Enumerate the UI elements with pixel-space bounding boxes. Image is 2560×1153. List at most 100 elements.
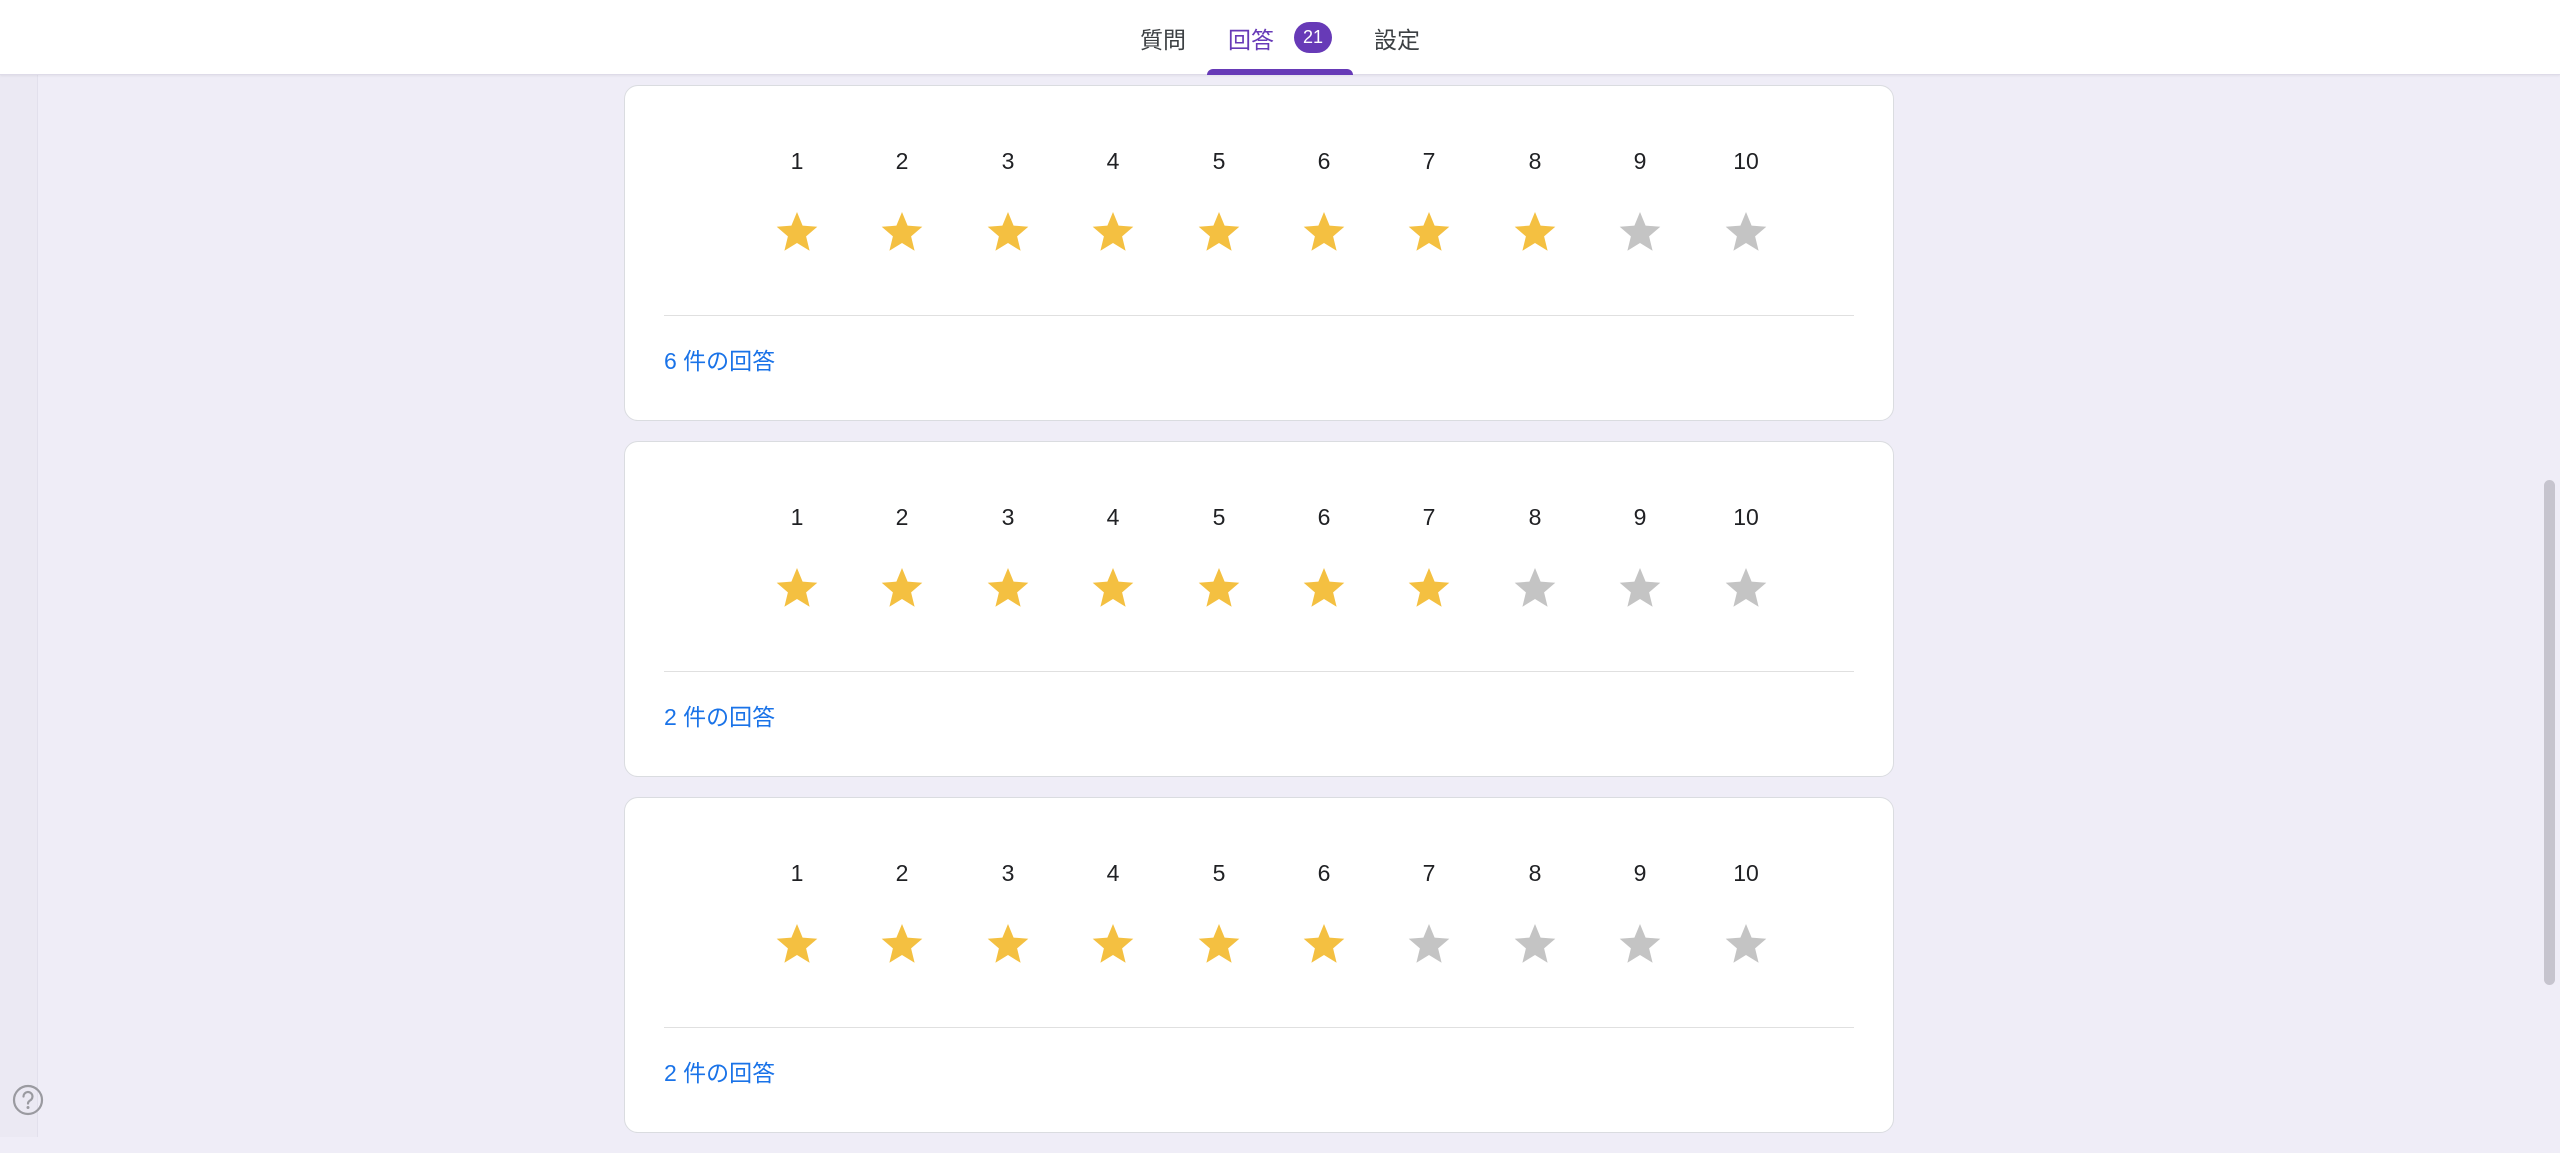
rating-scale-number: 7 — [1422, 148, 1436, 174]
rating-scale-number: 9 — [1633, 504, 1647, 530]
response-count-link[interactable]: 2 件の回答 — [664, 702, 775, 732]
response-count-link[interactable]: 6 件の回答 — [664, 346, 775, 376]
tab-settings-label: 設定 — [1374, 26, 1420, 53]
rating-scale-number: 8 — [1528, 860, 1542, 886]
star-filled-icon — [1198, 924, 1240, 963]
star-filled-icon — [1198, 212, 1240, 251]
star-filled-icon — [987, 212, 1029, 251]
rating-scale-number: 1 — [790, 148, 804, 174]
star-empty-icon — [1514, 568, 1556, 607]
rating-scale-number: 6 — [1317, 860, 1331, 886]
star-filled-icon — [881, 924, 923, 963]
rating-scale-number: 9 — [1633, 860, 1647, 886]
card-divider — [664, 1027, 1854, 1028]
rating-option: 5 — [1179, 86, 1259, 316]
rating-option: 8 — [1495, 86, 1575, 316]
response-cards-list: 1 2 3 4 5 6 7 8 9 10 6 件の回答 1 2 3 4 5 6 7 8 9 10 2 件の回答 1 2 3 4 5 6… — [624, 85, 1894, 1153]
star-filled-icon — [776, 212, 818, 251]
star-empty-icon — [1725, 924, 1767, 963]
star-filled-icon — [987, 924, 1029, 963]
rating-option: 6 — [1284, 798, 1364, 1028]
rating-option: 9 — [1600, 442, 1680, 672]
star-filled-icon — [1514, 212, 1556, 251]
rating-option: 2 — [862, 798, 942, 1028]
rating-scale-number: 2 — [895, 504, 909, 530]
rating-scale-number: 5 — [1212, 860, 1226, 886]
star-empty-icon — [1619, 924, 1661, 963]
rating-option: 7 — [1389, 86, 1469, 316]
rating-option: 6 — [1284, 86, 1364, 316]
star-empty-icon — [1408, 924, 1450, 963]
left-side-strip — [0, 0, 38, 1137]
rating-response-card: 1 2 3 4 5 6 7 8 9 10 2 件の回答 — [624, 797, 1894, 1133]
tab-responses[interactable]: 回答 21 — [1207, 0, 1353, 75]
response-count-link[interactable]: 2 件の回答 — [664, 1058, 775, 1088]
star-filled-icon — [987, 568, 1029, 607]
rating-option: 7 — [1389, 442, 1469, 672]
rating-scale: 1 2 3 4 5 6 7 8 9 10 — [757, 798, 1767, 1028]
star-filled-icon — [1303, 212, 1345, 251]
star-empty-icon — [1619, 212, 1661, 251]
rating-option: 5 — [1179, 798, 1259, 1028]
rating-scale-number: 6 — [1317, 148, 1331, 174]
tab-settings[interactable]: 設定 — [1353, 0, 1441, 75]
rating-option: 4 — [1073, 798, 1153, 1028]
rating-scale-number: 2 — [895, 148, 909, 174]
star-filled-icon — [881, 212, 923, 251]
rating-option: 6 — [1284, 442, 1364, 672]
tab-questions[interactable]: 質問 — [1119, 0, 1207, 75]
rating-response-card: 1 2 3 4 5 6 7 8 9 10 6 件の回答 — [624, 85, 1894, 421]
card-divider — [664, 315, 1854, 316]
rating-scale-number: 2 — [895, 860, 909, 886]
rating-option: 1 — [757, 798, 837, 1028]
rating-option: 9 — [1600, 798, 1680, 1028]
star-filled-icon — [776, 568, 818, 607]
rating-option: 4 — [1073, 86, 1153, 316]
top-bar: 質問 回答 21 設定 — [0, 0, 2560, 75]
rating-option: 3 — [968, 442, 1048, 672]
rating-scale-number: 1 — [790, 860, 804, 886]
rating-scale-number: 7 — [1422, 504, 1436, 530]
tab-responses-label: 回答 — [1228, 26, 1274, 53]
rating-response-card: 1 2 3 4 5 6 7 8 9 10 2 件の回答 — [624, 441, 1894, 777]
star-filled-icon — [1303, 924, 1345, 963]
star-empty-icon — [1725, 568, 1767, 607]
star-filled-icon — [776, 924, 818, 963]
rating-scale-number: 9 — [1633, 148, 1647, 174]
responses-count-badge: 21 — [1294, 22, 1332, 53]
rating-scale-number: 8 — [1528, 504, 1542, 530]
star-filled-icon — [1092, 568, 1134, 607]
rating-option: 7 — [1389, 798, 1469, 1028]
star-filled-icon — [1092, 212, 1134, 251]
star-filled-icon — [881, 568, 923, 607]
rating-scale-number: 4 — [1106, 504, 1120, 530]
rating-option: 9 — [1600, 86, 1680, 316]
rating-option: 1 — [757, 86, 837, 316]
help-circle-icon[interactable] — [12, 1084, 44, 1116]
rating-scale-number: 8 — [1528, 148, 1542, 174]
rating-scale-number: 4 — [1106, 148, 1120, 174]
rating-option: 3 — [968, 86, 1048, 316]
rating-option: 3 — [968, 798, 1048, 1028]
star-filled-icon — [1198, 568, 1240, 607]
rating-option: 8 — [1495, 442, 1575, 672]
rating-scale-number: 7 — [1422, 860, 1436, 886]
rating-scale-number: 3 — [1001, 504, 1015, 530]
rating-option: 5 — [1179, 442, 1259, 672]
rating-option: 10 — [1706, 86, 1786, 316]
star-empty-icon — [1725, 212, 1767, 251]
rating-scale: 1 2 3 4 5 6 7 8 9 10 — [757, 442, 1767, 672]
rating-scale-number: 10 — [1733, 860, 1759, 886]
star-empty-icon — [1514, 924, 1556, 963]
scrollbar-thumb[interactable] — [2544, 480, 2555, 985]
rating-scale-number: 10 — [1733, 504, 1759, 530]
rating-scale-number: 6 — [1317, 504, 1331, 530]
card-divider — [664, 671, 1854, 672]
rating-option: 10 — [1706, 442, 1786, 672]
rating-scale-number: 4 — [1106, 860, 1120, 886]
rating-scale-number: 5 — [1212, 148, 1226, 174]
star-empty-icon — [1619, 568, 1661, 607]
rating-scale: 1 2 3 4 5 6 7 8 9 10 — [757, 86, 1767, 316]
tab-bar: 質問 回答 21 設定 — [0, 0, 2560, 75]
rating-scale-number: 3 — [1001, 860, 1015, 886]
